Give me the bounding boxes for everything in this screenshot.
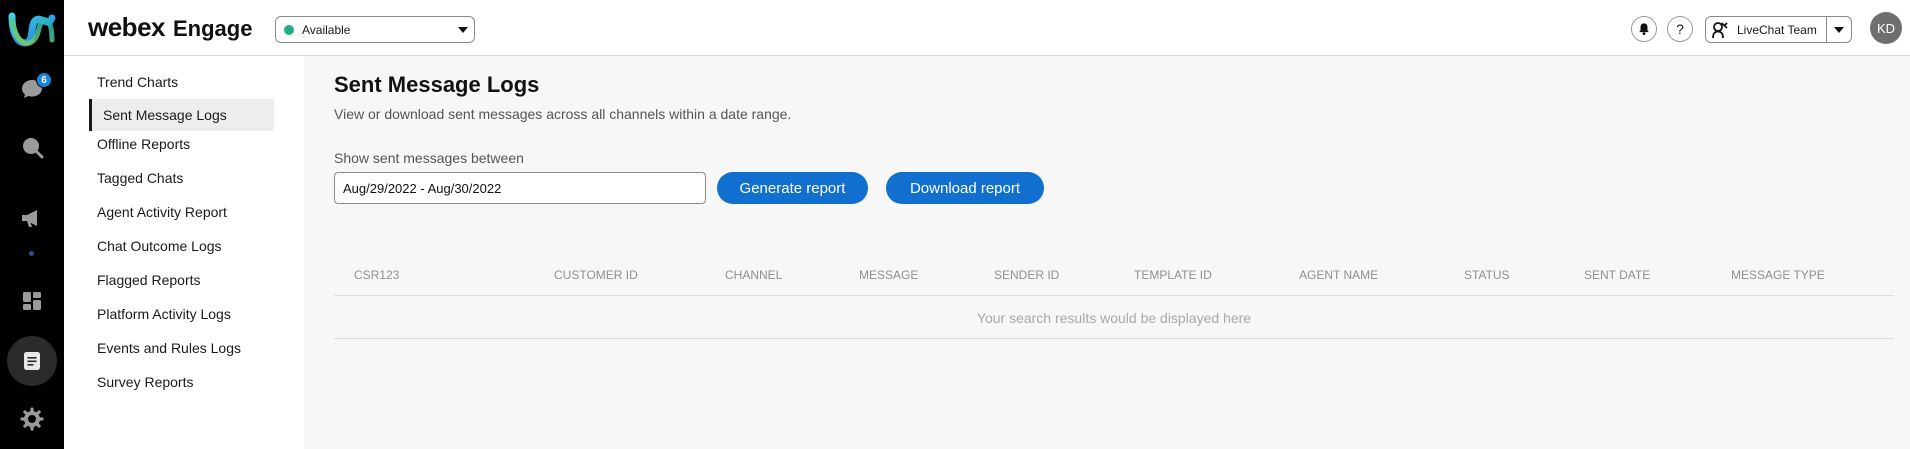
column-header[interactable]: STATUS — [1464, 268, 1510, 282]
column-header[interactable]: CUSTOMER ID — [554, 268, 638, 282]
column-header[interactable]: CSR123 — [354, 268, 399, 282]
main-content: Sent Message Logs View or download sent … — [304, 56, 1910, 449]
rail-search-button[interactable] — [7, 122, 57, 172]
nav-item-flagged-reports[interactable]: Flagged Reports — [89, 264, 274, 296]
status-dot-icon — [284, 24, 294, 35]
help-icon: ? — [1676, 21, 1684, 37]
team-select[interactable]: LiveChat Team — [1705, 16, 1852, 43]
rail-reports-button[interactable] — [7, 336, 57, 386]
reports-icon — [24, 352, 40, 370]
rail-chat-button[interactable]: 6 — [7, 64, 57, 114]
date-range-input[interactable] — [334, 172, 706, 204]
brand-name: webex — [88, 12, 166, 42]
nav-item-events-and-rules-logs[interactable]: Events and Rules Logs — [89, 332, 274, 364]
rail-campaigns-button[interactable] — [7, 193, 57, 243]
megaphone-icon — [22, 210, 37, 227]
nav-item-chat-outcome-logs[interactable]: Chat Outcome Logs — [89, 230, 274, 262]
rail-settings-button[interactable] — [7, 394, 57, 444]
page-title: Sent Message Logs — [334, 72, 540, 97]
nav-item-survey-reports[interactable]: Survey Reports — [89, 366, 274, 398]
webex-logo-icon[interactable] — [6, 6, 58, 52]
help-button[interactable]: ? — [1667, 16, 1693, 42]
search-icon — [23, 138, 44, 159]
chat-badge: 6 — [36, 72, 52, 88]
availability-select[interactable]: Available — [275, 16, 475, 43]
page-subtitle: View or download sent messages across al… — [334, 106, 792, 122]
column-header[interactable]: CHANNEL — [725, 268, 782, 282]
team-value: LiveChat Team — [1737, 22, 1817, 37]
product-name: Engage — [173, 16, 253, 41]
dashboard-icon — [23, 292, 41, 310]
team-dropdown-toggle[interactable] — [1826, 17, 1851, 42]
nav-item-offline-reports[interactable]: Offline Reports — [89, 128, 274, 160]
brand: webex Engage — [88, 12, 252, 43]
chevron-down-icon — [458, 27, 468, 33]
column-header[interactable]: AGENT NAME — [1299, 268, 1378, 282]
availability-value: Available — [302, 22, 351, 37]
rail-dashboard-button[interactable] — [7, 276, 57, 326]
nav-item-sent-message-logs[interactable]: Sent Message Logs — [89, 99, 274, 131]
notifications-button[interactable] — [1631, 16, 1657, 42]
top-bar: webex Engage Available ? LiveChat Team K… — [64, 0, 1910, 56]
date-range-label: Show sent messages between — [334, 150, 524, 166]
column-header[interactable]: MESSAGE TYPE — [1731, 268, 1825, 282]
chevron-down-icon — [1834, 26, 1844, 33]
column-header[interactable]: MESSAGE — [859, 268, 918, 282]
bell-icon — [1639, 23, 1649, 36]
results-table-header: CSR123 CUSTOMER ID CHANNEL MESSAGE SENDE… — [334, 256, 1894, 296]
column-header[interactable]: SENDER ID — [994, 268, 1059, 282]
nav-item-agent-activity-report[interactable]: Agent Activity Report — [89, 196, 274, 228]
rail-separator-dot — [29, 251, 34, 256]
nav-item-trend-charts[interactable]: Trend Charts — [89, 66, 274, 98]
team-icon — [1712, 21, 1728, 38]
left-rail: 6 — [0, 0, 64, 449]
nav-item-platform-activity-logs[interactable]: Platform Activity Logs — [89, 298, 274, 330]
empty-results-message: Your search results would be displayed h… — [334, 297, 1894, 339]
avatar[interactable]: KD — [1870, 12, 1902, 44]
column-header[interactable]: TEMPLATE ID — [1134, 268, 1212, 282]
column-header[interactable]: SENT DATE — [1584, 268, 1650, 282]
reports-nav: Trend Charts Sent Message Logs Offline R… — [64, 56, 304, 449]
download-report-button[interactable]: Download report — [886, 172, 1044, 204]
generate-report-button[interactable]: Generate report — [717, 172, 868, 204]
settings-icon — [20, 407, 44, 431]
nav-item-tagged-chats[interactable]: Tagged Chats — [89, 162, 274, 194]
